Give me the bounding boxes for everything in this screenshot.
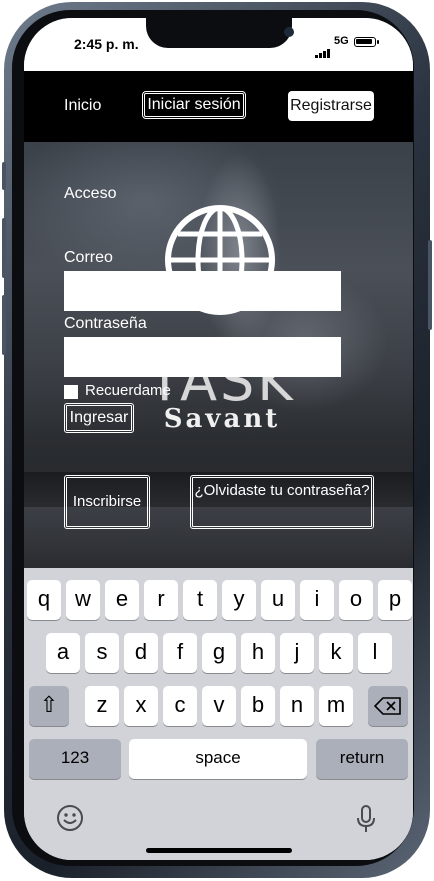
email-field[interactable]	[64, 271, 341, 311]
login-hero: TASK Savant Acceso Correo Contraseña Rec…	[24, 142, 413, 568]
key-v[interactable]: v	[202, 686, 236, 726]
key-f[interactable]: f	[163, 633, 197, 673]
space-key[interactable]: space	[129, 739, 307, 779]
forgot-password-button[interactable]: ¿Olvidaste tu contraseña?	[190, 475, 374, 529]
signup-button[interactable]: Inscribirse	[64, 475, 150, 529]
key-o[interactable]: o	[339, 580, 373, 620]
submit-button[interactable]: Ingresar	[64, 403, 134, 433]
key-w[interactable]: w	[66, 580, 100, 620]
power-button	[428, 240, 432, 330]
key-m[interactable]: m	[319, 686, 353, 726]
key-d[interactable]: d	[124, 633, 158, 673]
key-p[interactable]: p	[378, 580, 412, 620]
key-b[interactable]: b	[241, 686, 275, 726]
return-key[interactable]: return	[316, 739, 408, 779]
volume-down-button	[2, 295, 6, 355]
camera-icon	[284, 27, 294, 37]
onscreen-keyboard: qwertyuiop asdfghjkl zxcvbnm ⇧ 123 space…	[24, 568, 413, 860]
key-k[interactable]: k	[319, 633, 353, 673]
microphone-icon[interactable]	[356, 804, 376, 834]
emoji-icon[interactable]	[56, 804, 84, 832]
backspace-key[interactable]	[368, 686, 408, 726]
nav-home-link[interactable]: Inicio	[64, 97, 101, 115]
home-indicator	[146, 848, 292, 853]
password-field[interactable]	[64, 337, 341, 377]
email-label: Correo	[64, 249, 113, 266]
screen: 2:45 p. m. 5G Inicio Iniciar sesión Regi…	[24, 18, 413, 860]
key-y[interactable]: y	[222, 580, 256, 620]
signal-icon	[315, 40, 331, 58]
volume-up-button	[2, 218, 6, 278]
shift-key[interactable]: ⇧	[29, 686, 69, 726]
key-u[interactable]: u	[261, 580, 295, 620]
backspace-icon	[373, 697, 401, 715]
key-l[interactable]: l	[358, 633, 392, 673]
key-q[interactable]: q	[27, 580, 61, 620]
remember-label: Recuerdame	[85, 382, 171, 399]
key-h[interactable]: h	[241, 633, 275, 673]
status-time: 2:45 p. m.	[74, 36, 139, 52]
top-navbar: Inicio Iniciar sesión Registrarse	[24, 71, 413, 142]
key-j[interactable]: j	[280, 633, 314, 673]
key-g[interactable]: g	[202, 633, 236, 673]
password-label: Contraseña	[64, 315, 147, 332]
battery-icon	[354, 37, 379, 47]
key-z[interactable]: z	[85, 686, 119, 726]
nav-register-button[interactable]: Registrarse	[288, 91, 374, 121]
key-r[interactable]: r	[144, 580, 178, 620]
key-t[interactable]: t	[183, 580, 217, 620]
status-bar: 2:45 p. m. 5G	[24, 18, 413, 71]
network-type: 5G	[334, 35, 349, 47]
mute-switch	[2, 162, 6, 190]
form-title: Acceso	[64, 185, 117, 202]
key-i[interactable]: i	[300, 580, 334, 620]
nav-login-button[interactable]: Iniciar sesión	[142, 91, 246, 119]
key-s[interactable]: s	[85, 633, 119, 673]
key-a[interactable]: a	[46, 633, 80, 673]
remember-checkbox[interactable]	[64, 385, 78, 399]
key-c[interactable]: c	[163, 686, 197, 726]
key-x[interactable]: x	[124, 686, 158, 726]
logo-subtitle: Savant	[163, 404, 281, 434]
key-n[interactable]: n	[280, 686, 314, 726]
numbers-key[interactable]: 123	[29, 739, 121, 779]
key-e[interactable]: e	[105, 580, 139, 620]
notch	[146, 18, 294, 48]
